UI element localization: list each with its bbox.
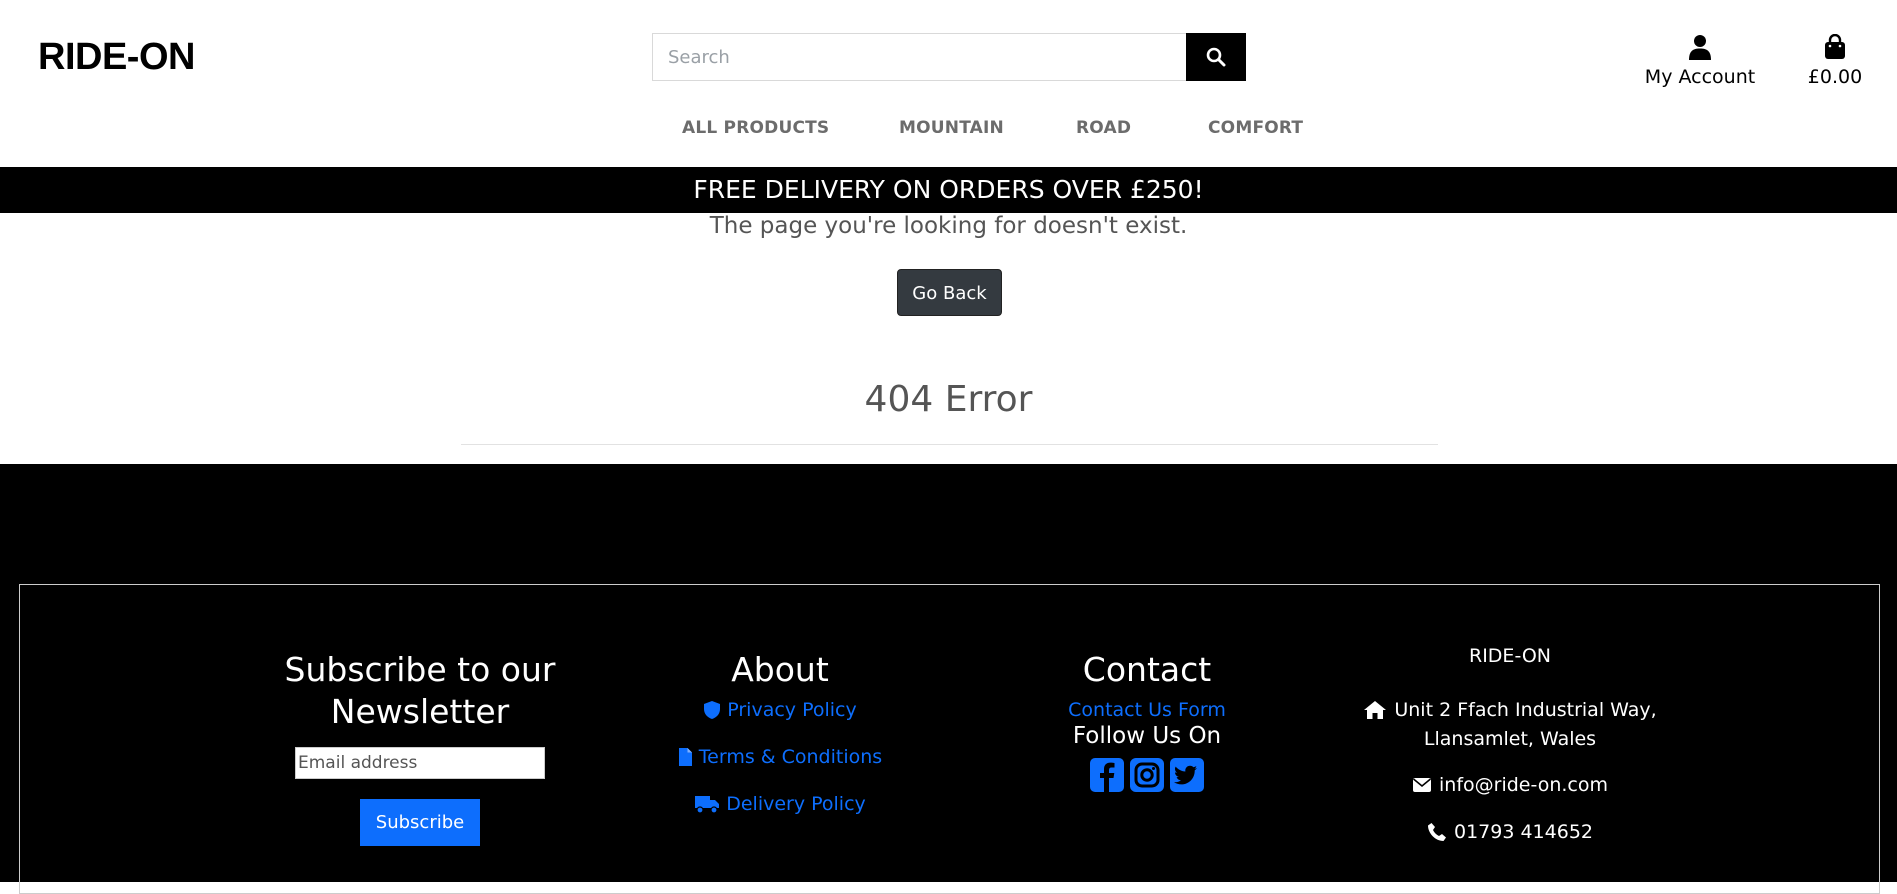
shopping-bag-icon xyxy=(1825,34,1845,59)
address-line1: Unit 2 Ffach Industrial Way, xyxy=(1394,699,1657,721)
home-icon xyxy=(1364,701,1387,719)
privacy-policy-label: Privacy Policy xyxy=(727,699,857,721)
go-back-button[interactable]: Go Back xyxy=(897,269,1002,316)
company-phone[interactable]: 01793 414652 xyxy=(1454,821,1593,843)
newsletter-section: Subscribe to our Newsletter Subscribe xyxy=(260,649,580,846)
company-name: RIDE-ON xyxy=(1469,645,1551,667)
file-icon xyxy=(678,748,692,766)
site-header: RIDE-ON My Account £0.00 xyxy=(0,0,1897,167)
search-input[interactable] xyxy=(652,33,1186,81)
divider xyxy=(461,444,1438,445)
error-title: 404 Error xyxy=(864,379,1033,420)
privacy-policy-link[interactable]: Privacy Policy xyxy=(703,699,857,721)
contact-section: Contact Contact Us Form Follow Us On xyxy=(997,649,1297,793)
delivery-banner: FREE DELIVERY ON ORDERS OVER £250! xyxy=(0,167,1897,213)
newsletter-email-input[interactable] xyxy=(295,747,545,779)
nav-item-mountain[interactable]: MOUNTAIN xyxy=(899,118,1004,138)
about-section: About Privacy Policy Terms & Conditions xyxy=(630,649,930,818)
terms-conditions-label: Terms & Conditions xyxy=(698,746,883,768)
footer-box: Subscribe to our Newsletter Subscribe Ab… xyxy=(19,584,1880,894)
follow-us-label: Follow Us On xyxy=(1072,723,1222,749)
my-account-label: My Account xyxy=(1644,66,1756,88)
company-email[interactable]: info@ride-on.com xyxy=(1439,774,1608,796)
delivery-policy-link[interactable]: Delivery Policy xyxy=(694,793,866,815)
newsletter-heading-line2: Newsletter xyxy=(330,692,510,731)
phone-icon xyxy=(1427,823,1446,841)
nav-item-road[interactable]: ROAD xyxy=(1076,118,1131,138)
nav-item-all-products[interactable]: ALL PRODUCTS xyxy=(682,118,829,138)
facebook-icon[interactable] xyxy=(1089,757,1125,793)
error-message: The page you're looking for doesn't exis… xyxy=(709,213,1188,239)
search-button[interactable] xyxy=(1186,33,1246,81)
terms-conditions-link[interactable]: Terms & Conditions xyxy=(678,746,882,768)
site-logo[interactable]: RIDE-ON xyxy=(38,36,195,79)
delivery-policy-label: Delivery Policy xyxy=(726,793,866,815)
bag-total: £0.00 xyxy=(1807,66,1863,88)
my-account-link[interactable]: My Account xyxy=(1640,26,1760,88)
main-nav: ALL PRODUCTS MOUNTAIN ROAD COMFORT xyxy=(0,118,1897,148)
shopping-bag-link[interactable]: £0.00 xyxy=(1800,26,1870,88)
subscribe-button[interactable]: Subscribe xyxy=(360,799,480,846)
search-icon xyxy=(1206,47,1226,67)
shield-icon xyxy=(704,701,721,719)
user-icon xyxy=(1689,35,1711,60)
envelope-icon xyxy=(1413,778,1432,792)
newsletter-heading-line1: Subscribe to our xyxy=(284,650,556,689)
nav-item-comfort[interactable]: COMFORT xyxy=(1208,118,1303,138)
twitter-icon[interactable] xyxy=(1169,757,1205,793)
instagram-icon[interactable] xyxy=(1129,757,1165,793)
search-form xyxy=(652,33,1246,81)
truck-icon xyxy=(695,796,720,814)
about-heading: About xyxy=(731,650,829,689)
company-section: RIDE-ON Unit 2 Ffach Industrial Way, Lla… xyxy=(1340,643,1680,846)
address-line2: Llansamlet, Wales xyxy=(1423,728,1597,750)
contact-form-link[interactable]: Contact Us Form xyxy=(1068,699,1226,721)
site-footer: Subscribe to our Newsletter Subscribe Ab… xyxy=(0,464,1897,894)
contact-heading: Contact xyxy=(1082,650,1212,689)
